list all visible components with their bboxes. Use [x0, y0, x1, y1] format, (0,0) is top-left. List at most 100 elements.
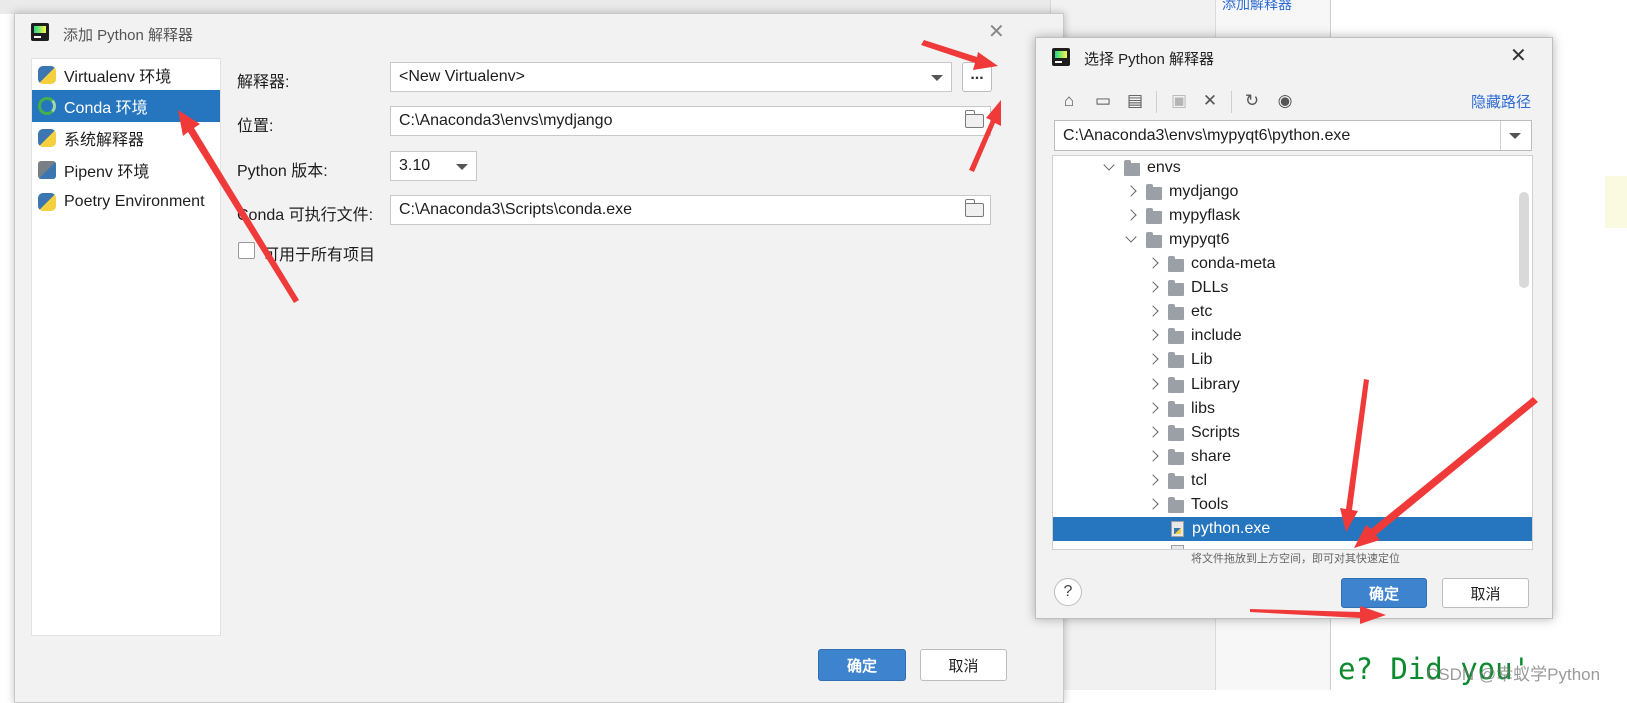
file-icon [1171, 545, 1184, 549]
tree-row-scripts[interactable]: Scripts [1053, 421, 1532, 445]
ok-button[interactable]: 确定 [818, 649, 906, 681]
sidebar-item-conda[interactable]: Conda 环境 [32, 90, 220, 122]
sidebar-item-pipenv[interactable]: Pipenv 环境 [32, 154, 220, 186]
chooser-ok-button[interactable]: 确定 [1341, 578, 1427, 608]
close-icon[interactable]: ✕ [1510, 46, 1527, 66]
chevron-right-icon[interactable] [1146, 257, 1160, 271]
csdn-watermark: CSDN @幸蚁学Python [1426, 665, 1601, 684]
tree-row-envs[interactable]: envs [1053, 156, 1532, 180]
tree-row-tools[interactable]: Tools [1053, 493, 1532, 517]
sidebar-item-label: Poetry Environment [64, 193, 205, 210]
folder-icon [1168, 496, 1184, 513]
file-tree[interactable]: envs mydjango mypyflask mypyqt6 conda-me… [1052, 155, 1533, 550]
sidebar-item-label: Virtualenv 环境 [64, 69, 172, 86]
tree-row-python-exe[interactable]: python.exe [1053, 517, 1532, 541]
folder-icon [1168, 351, 1184, 368]
sidebar-item-poetry[interactable]: Poetry Environment [32, 186, 220, 218]
path-field[interactable]: C:\Anaconda3\envs\mypyqt6\python.exe [1054, 120, 1532, 151]
tree-row-label: mypyqt6 [1169, 231, 1230, 248]
toolbar-separator [1156, 91, 1157, 113]
tree-row-label: envs [1147, 159, 1181, 176]
folder-icon [1168, 376, 1184, 393]
tree-row-mypyqt6[interactable]: mypyqt6 [1053, 228, 1532, 252]
tree-row-lib[interactable]: Lib [1053, 348, 1532, 372]
tree-row-etc[interactable]: etc [1053, 300, 1532, 324]
close-icon[interactable]: ✕ [988, 22, 1005, 42]
chooser-cancel-button[interactable]: 取消 [1442, 578, 1529, 608]
python-file-icon [1171, 521, 1184, 537]
sidebar-item-label: Conda 环境 [64, 100, 148, 117]
chevron-right-icon[interactable] [1146, 378, 1160, 392]
chevron-down-icon[interactable] [1509, 133, 1521, 139]
tree-row-tcl[interactable]: tcl [1053, 469, 1532, 493]
tree-row-libs[interactable]: libs [1053, 397, 1532, 421]
python-version-label: Python 版本: [237, 163, 328, 180]
home-icon[interactable]: ⌂ [1060, 92, 1078, 110]
tree-row-mydjango[interactable]: mydjango [1053, 180, 1532, 204]
tree-scrollbar[interactable] [1519, 192, 1529, 288]
project-folder-icon[interactable]: ▤ [1126, 92, 1144, 110]
tree-row-label: Scripts [1191, 424, 1240, 441]
chevron-right-icon[interactable] [1124, 209, 1138, 223]
chevron-right-icon[interactable] [1146, 281, 1160, 295]
folder-icon [1168, 400, 1184, 417]
chooser-title: 选择 Python 解释器 [1084, 51, 1215, 68]
desktop-icon[interactable]: ▭ [1094, 92, 1112, 110]
help-button[interactable]: ? [1054, 578, 1082, 606]
tree-row-label: mypyflask [1169, 207, 1241, 224]
tree-row-library[interactable]: Library [1053, 373, 1532, 397]
tree-row-label: mydjango [1169, 183, 1239, 200]
chevron-right-icon[interactable] [1146, 450, 1160, 464]
chevron-right-icon[interactable] [1146, 402, 1160, 416]
tree-row-label: etc [1191, 303, 1213, 320]
chevron-right-icon[interactable] [1124, 185, 1138, 199]
background-add-interpreter-link[interactable]: 添加解释器 [1222, 0, 1292, 14]
folder-browse-icon[interactable] [965, 110, 984, 128]
chevron-right-icon[interactable] [1146, 329, 1160, 343]
folder-icon [1168, 279, 1184, 296]
python-version-value: 3.10 [399, 157, 431, 174]
tree-row-label: Tools [1191, 496, 1229, 513]
path-field-value: C:\Anaconda3\envs\mypyqt6\python.exe [1063, 126, 1351, 144]
tree-row-label: DLLs [1191, 279, 1229, 296]
chevron-right-icon[interactable] [1146, 474, 1160, 488]
all-projects-checkbox[interactable] [238, 242, 255, 259]
folder-icon [1168, 255, 1184, 272]
tree-row-mypyflask[interactable]: mypyflask [1053, 204, 1532, 228]
chevron-down-icon[interactable] [1124, 233, 1138, 247]
hide-path-link[interactable]: 隐藏路径 [1471, 91, 1531, 112]
folder-icon [1168, 472, 1184, 489]
location-field[interactable]: C:\Anaconda3\envs\mydjango [390, 106, 991, 136]
delete-icon[interactable]: ✕ [1201, 92, 1219, 110]
chevron-down-icon[interactable] [1102, 161, 1116, 175]
pycharm-logo-icon [1052, 48, 1070, 66]
chevron-right-icon[interactable] [1146, 426, 1160, 440]
tree-row-label: include [1191, 327, 1242, 344]
sidebar-item-virtualenv[interactable]: Virtualenv 环境 [32, 59, 220, 91]
browse-interpreter-button[interactable]: ... [962, 62, 992, 92]
folder-icon [1124, 159, 1140, 176]
tree-row-share[interactable]: share [1053, 445, 1532, 469]
folder-browse-icon[interactable] [965, 199, 984, 217]
sidebar-item-label: 系统解释器 [64, 132, 145, 149]
tree-row-dlls[interactable]: DLLs [1053, 276, 1532, 300]
cancel-button[interactable]: 取消 [920, 649, 1007, 681]
refresh-icon[interactable]: ↻ [1243, 92, 1261, 110]
tree-row-conda-meta[interactable]: conda-meta [1053, 252, 1532, 276]
path-field-divider [1500, 121, 1501, 150]
python-icon [38, 66, 56, 84]
sidebar-item-system[interactable]: 系统解释器 [32, 122, 220, 154]
dialog-titlebar: 添加 Python 解释器 ✕ [15, 14, 1063, 52]
tree-row-label: tcl [1191, 472, 1207, 489]
tree-row-include[interactable]: include [1053, 324, 1532, 348]
interpreter-select[interactable]: <New Virtualenv> [390, 62, 952, 92]
python-version-select[interactable]: 3.10 [390, 151, 477, 181]
new-folder-icon[interactable]: ▣ [1170, 92, 1188, 110]
conda-exe-field[interactable]: C:\Anaconda3\Scripts\conda.exe [390, 195, 991, 225]
chevron-right-icon[interactable] [1146, 305, 1160, 319]
chevron-right-icon[interactable] [1146, 353, 1160, 367]
all-projects-label: 可用于所有项目 [263, 247, 376, 264]
pipenv-icon [38, 161, 56, 179]
show-hidden-icon[interactable]: ◉ [1276, 92, 1294, 110]
chevron-right-icon[interactable] [1146, 498, 1160, 512]
